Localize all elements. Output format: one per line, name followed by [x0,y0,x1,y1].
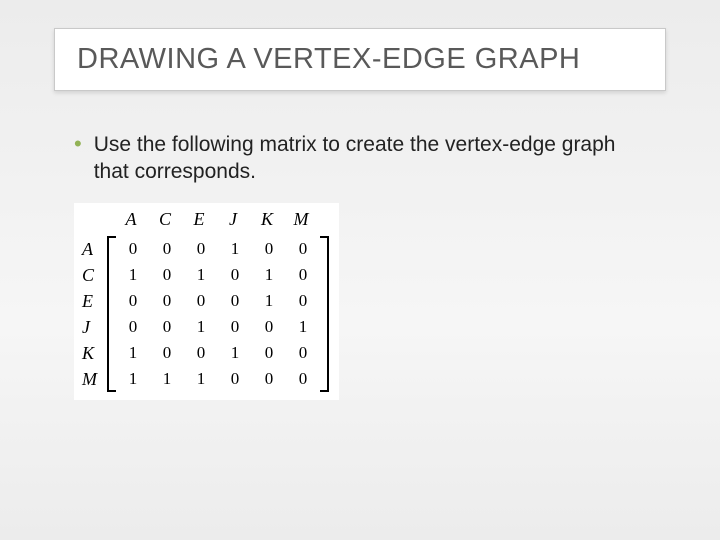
matrix-col-label: K [250,209,284,230]
matrix-cell: 0 [286,366,320,392]
matrix-cell: 0 [150,236,184,262]
matrix-cell: 0 [116,314,150,340]
matrix-cell: 0 [218,366,252,392]
matrix-cell: 1 [218,340,252,366]
matrix-row-headers: A C E J K M [82,236,97,392]
matrix-cell: 0 [218,314,252,340]
matrix-row: 0 0 0 1 0 0 [116,236,320,262]
matrix-row-label: A [82,236,97,262]
matrix-col-label: C [148,209,182,230]
bullet-text: Use the following matrix to create the v… [94,131,634,185]
bullet-item: • Use the following matrix to create the… [74,131,672,185]
matrix-cell: 1 [184,366,218,392]
matrix-cell: 1 [252,288,286,314]
matrix-row: 1 1 1 0 0 0 [116,366,320,392]
matrix-row-label: J [82,314,97,340]
matrix-cell: 0 [116,288,150,314]
matrix-cell: 1 [116,340,150,366]
matrix-cell: 1 [252,262,286,288]
matrix-cell: 0 [184,340,218,366]
matrix-cell: 0 [252,314,286,340]
matrix-cell: 0 [150,340,184,366]
matrix-cell: 0 [252,366,286,392]
matrix-cell: 0 [286,236,320,262]
matrix-cell: 1 [184,314,218,340]
matrix-row-label: M [82,366,97,392]
matrix-cell: 0 [116,236,150,262]
matrix-bracket-left [107,236,116,392]
matrix-row-label: E [82,288,97,314]
matrix-cell: 0 [150,288,184,314]
matrix-col-label: A [114,209,148,230]
matrix-cell: 0 [218,288,252,314]
matrix-cell: 1 [184,262,218,288]
matrix-col-headers: A C E J K M [114,209,329,230]
matrix-cell: 0 [252,340,286,366]
matrix-row: 1 0 0 1 0 0 [116,340,320,366]
matrix-row: 0 0 0 0 1 0 [116,288,320,314]
matrix-cell: 0 [184,236,218,262]
matrix-col-label: J [216,209,250,230]
matrix-cell: 1 [150,366,184,392]
matrix-cell: 0 [286,340,320,366]
matrix-cell: 0 [286,288,320,314]
bullet-marker: • [74,131,82,157]
matrix-col-label: M [284,209,318,230]
matrix-row-label: K [82,340,97,366]
slide-title: DRAWING A VERTEX-EDGE GRAPH [77,43,643,76]
matrix-cell: 0 [252,236,286,262]
matrix-cell: 0 [286,262,320,288]
matrix-cell: 1 [286,314,320,340]
title-box: DRAWING A VERTEX-EDGE GRAPH [54,28,666,91]
matrix-values: 0 0 0 1 0 0 1 0 1 0 1 0 0 0 0 0 1 0 [116,236,320,392]
matrix-bracket-right [320,236,329,392]
matrix-cell: 1 [218,236,252,262]
matrix-cell: 0 [150,262,184,288]
matrix-cell: 0 [218,262,252,288]
matrix-row: 1 0 1 0 1 0 [116,262,320,288]
matrix-row-label: C [82,262,97,288]
matrix-cell: 0 [184,288,218,314]
matrix-row: 0 0 1 0 0 1 [116,314,320,340]
matrix-cell: 1 [116,366,150,392]
matrix: A C E J K M A C E J K M 0 0 0 1 0 0 1 [74,203,339,400]
matrix-cell: 0 [150,314,184,340]
matrix-cell: 1 [116,262,150,288]
matrix-col-label: E [182,209,216,230]
